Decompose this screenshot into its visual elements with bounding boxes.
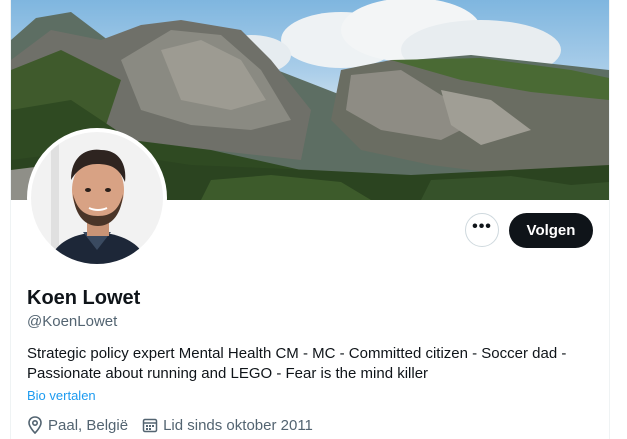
profile-card: ••• Volgen Koen Lowet @KoenLowet Strateg… <box>10 0 610 439</box>
profile-location: Paal, België <box>27 416 128 434</box>
location-pin-icon <box>28 416 42 434</box>
translate-bio-link[interactable]: Bio vertalen <box>27 388 96 403</box>
more-options-button[interactable]: ••• <box>465 213 499 247</box>
profile-avatar[interactable] <box>27 128 167 268</box>
more-options-icon: ••• <box>472 218 492 235</box>
bio-line: Passionate about running and LEGO - Fear… <box>27 365 429 382</box>
bio-line: Strategic policy expert Mental Health CM… <box>27 345 567 362</box>
profile-meta: Paal, België Lid sinds oktober 2011 <box>27 416 327 434</box>
profile-bio: Strategic policy expert Mental Health CM… <box>27 344 602 384</box>
calendar-icon <box>142 418 158 433</box>
follow-button[interactable]: Volgen <box>509 213 593 248</box>
profile-joined: Lid sinds oktober 2011 <box>142 417 313 434</box>
location-text: Paal, België <box>48 416 129 434</box>
follow-button-label: Volgen <box>526 222 576 239</box>
profile-name: Koen Lowet <box>27 287 141 309</box>
profile-handle: @KoenLowet <box>27 313 118 330</box>
joined-text: Lid sinds oktober 2011 <box>163 416 313 434</box>
